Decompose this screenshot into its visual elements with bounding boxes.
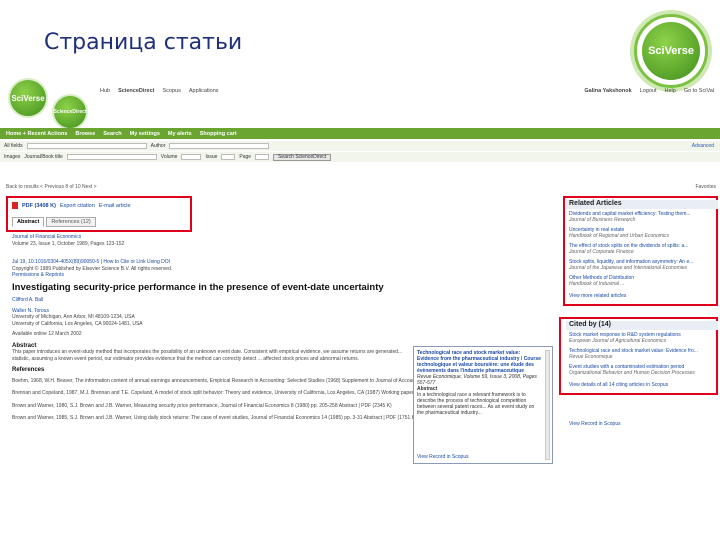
article-toolbar: PDF (3408 K) Export citation E-mail arti… <box>12 202 131 209</box>
favorites-link[interactable]: Favorites <box>695 184 716 190</box>
view-all-citing-link[interactable]: View details of all 14 citing articles i… <box>566 382 718 389</box>
available-online: Available online 12 March 2002 <box>12 331 82 337</box>
related-title: Related Articles <box>566 200 718 209</box>
tab-abstract[interactable]: Abstract <box>12 217 45 227</box>
popup-abstract-text: In a technological race a relevant frame… <box>417 392 535 416</box>
menu-home[interactable]: Home + Recent Actions <box>6 131 67 137</box>
help-link[interactable]: Help <box>665 88 676 94</box>
top-nav: Hub ScienceDirect Scopus Applications <box>100 88 219 94</box>
tab-references[interactable]: References (12) <box>46 217 96 227</box>
view-more-related-link[interactable]: View more related articles <box>566 293 718 300</box>
related-item[interactable]: Dividends and capital market efficiency:… <box>569 211 715 224</box>
popup-source: Revue Economique, Volume 59, Issue 3, 20… <box>417 374 537 386</box>
sciverse-logo-text: SciVerse <box>642 22 700 80</box>
sciverse-logo[interactable]: SciVerse <box>8 78 48 118</box>
scival-link[interactable]: Go to SciVal <box>684 88 714 94</box>
nav-scopus[interactable]: Scopus <box>162 88 180 94</box>
popup-scrollbar[interactable] <box>545 350 550 460</box>
search-row-1: All fields Author Advanced <box>0 141 720 151</box>
related-item[interactable]: The effect of stock splits on the divide… <box>569 243 715 256</box>
cited-by-panel: Cited by (14) Stock market response to R… <box>566 321 718 388</box>
sciencedirect-logo[interactable]: ScienceDirect <box>52 94 88 130</box>
article-title: Investigating security-price performance… <box>12 281 384 293</box>
images-label: Images <box>4 154 21 160</box>
view-record-scopus-link[interactable]: View Record in Scopus <box>566 421 718 428</box>
user-bar: Galina Yakshonok Logout Help Go to SciVa… <box>584 88 714 94</box>
menu-search[interactable]: Search <box>103 131 121 137</box>
cited-list: Stock market response to R&D system regu… <box>566 330 718 382</box>
page-input[interactable] <box>255 154 270 160</box>
page-label: Page <box>239 154 252 160</box>
all-fields-label: All fields <box>4 143 23 149</box>
export-citation-link[interactable]: Export citation <box>60 203 95 209</box>
volume-label: Volume <box>160 154 178 160</box>
nav-hub[interactable]: Hub <box>100 88 110 94</box>
screenshot-frame: SciVerse ScienceDirect Hub ScienceDirect… <box>0 76 720 528</box>
related-item[interactable]: Stock splits, liquidity, and information… <box>569 259 715 272</box>
popup-view-record[interactable]: View Record in Scopus <box>417 454 469 460</box>
issue-input[interactable] <box>221 154 236 160</box>
related-articles-panel: Related Articles Dividends and capital m… <box>566 200 718 299</box>
all-fields-input[interactable] <box>26 143 147 149</box>
author-label: Author <box>150 143 166 149</box>
slide-title: Страница статьи <box>44 30 243 55</box>
menu-cart[interactable]: Shopping cart <box>200 131 237 137</box>
issue-label: Issue <box>205 154 218 160</box>
related-item[interactable]: Other Methods of Distribution Handbook of… <box>569 275 715 288</box>
menu-settings[interactable]: My settings <box>130 131 160 137</box>
cited-item[interactable]: Stock market response to R&D system regu… <box>569 332 715 345</box>
search-button[interactable]: Search ScienceDirect <box>273 153 332 161</box>
email-article-link[interactable]: E-mail article <box>99 203 131 209</box>
user-name[interactable]: Galina Yakshonok <box>584 88 631 94</box>
abstract-text: This paper introduces an event-study met… <box>12 349 403 362</box>
advanced-search-link[interactable]: Advanced <box>692 143 714 149</box>
volume-input[interactable] <box>181 154 202 160</box>
permissions-link[interactable]: Permissions & Reprints <box>12 272 552 279</box>
main-menu-bar: Home + Recent Actions Browse Search My s… <box>0 128 720 139</box>
menu-browse[interactable]: Browse <box>75 131 95 137</box>
nav-sciencedirect[interactable]: ScienceDirect <box>118 88 154 94</box>
search-row-2: Images Journal/Book title Volume Issue P… <box>0 152 720 162</box>
related-list: Dividends and capital market efficiency:… <box>566 209 718 293</box>
logout-link[interactable]: Logout <box>640 88 657 94</box>
nav-applications[interactable]: Applications <box>189 88 219 94</box>
related-item[interactable]: Uncertainty in real estate Handbook of Re… <box>569 227 715 240</box>
article-tabs: Abstract References (12) <box>12 217 96 227</box>
journal-label: Journal/Book title <box>24 154 63 160</box>
pdf-icon[interactable] <box>12 202 18 209</box>
citing-article-popup: Technological race and stock market valu… <box>413 346 553 464</box>
popup-article-link[interactable]: Technological race and stock market valu… <box>417 350 549 374</box>
results-nav[interactable]: Back to results < Previous 8 of 10 Next … <box>6 184 97 190</box>
author-input[interactable] <box>169 143 270 149</box>
menu-alerts[interactable]: My alerts <box>168 131 192 137</box>
pdf-link[interactable]: PDF (3408 K) <box>22 203 56 209</box>
cited-item[interactable]: Technological race and stock market valu… <box>569 348 715 361</box>
cited-title: Cited by (14) <box>566 321 718 330</box>
cited-item[interactable]: Event studies with a contaminated estima… <box>569 364 715 377</box>
journal-input[interactable] <box>66 154 157 160</box>
